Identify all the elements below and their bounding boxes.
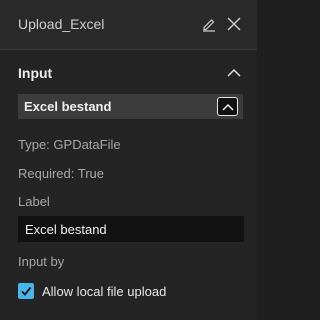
parameter-type: Type: GPDataFile [18, 137, 121, 152]
input-section-header[interactable]: Input [0, 58, 257, 88]
label-input[interactable] [18, 216, 244, 242]
widget-settings-panel: Upload_Excel Input Excel bestand Type: G… [0, 0, 257, 320]
panel-title: Upload_Excel [18, 16, 105, 32]
parameter-header[interactable]: Excel bestand [18, 94, 243, 119]
parameter-collapse-button[interactable] [217, 97, 238, 116]
section-title: Input [18, 65, 53, 81]
pencil-icon[interactable] [199, 14, 219, 34]
chevron-up-icon [221, 103, 234, 111]
panel-header: Upload_Excel [0, 0, 257, 50]
allow-local-upload-label: Allow local file upload [42, 283, 167, 299]
allow-local-upload-option[interactable]: Allow local file upload [18, 282, 166, 300]
close-icon[interactable] [224, 14, 244, 34]
label-caption: Label [18, 194, 50, 209]
parameter-required: Required: True [18, 166, 104, 181]
parameter-name: Excel bestand [24, 99, 112, 114]
chevron-up-icon[interactable] [226, 66, 242, 80]
allow-local-upload-checkbox[interactable] [18, 283, 34, 299]
input-by-caption: Input by [18, 254, 65, 269]
checkmark-icon [21, 286, 32, 296]
